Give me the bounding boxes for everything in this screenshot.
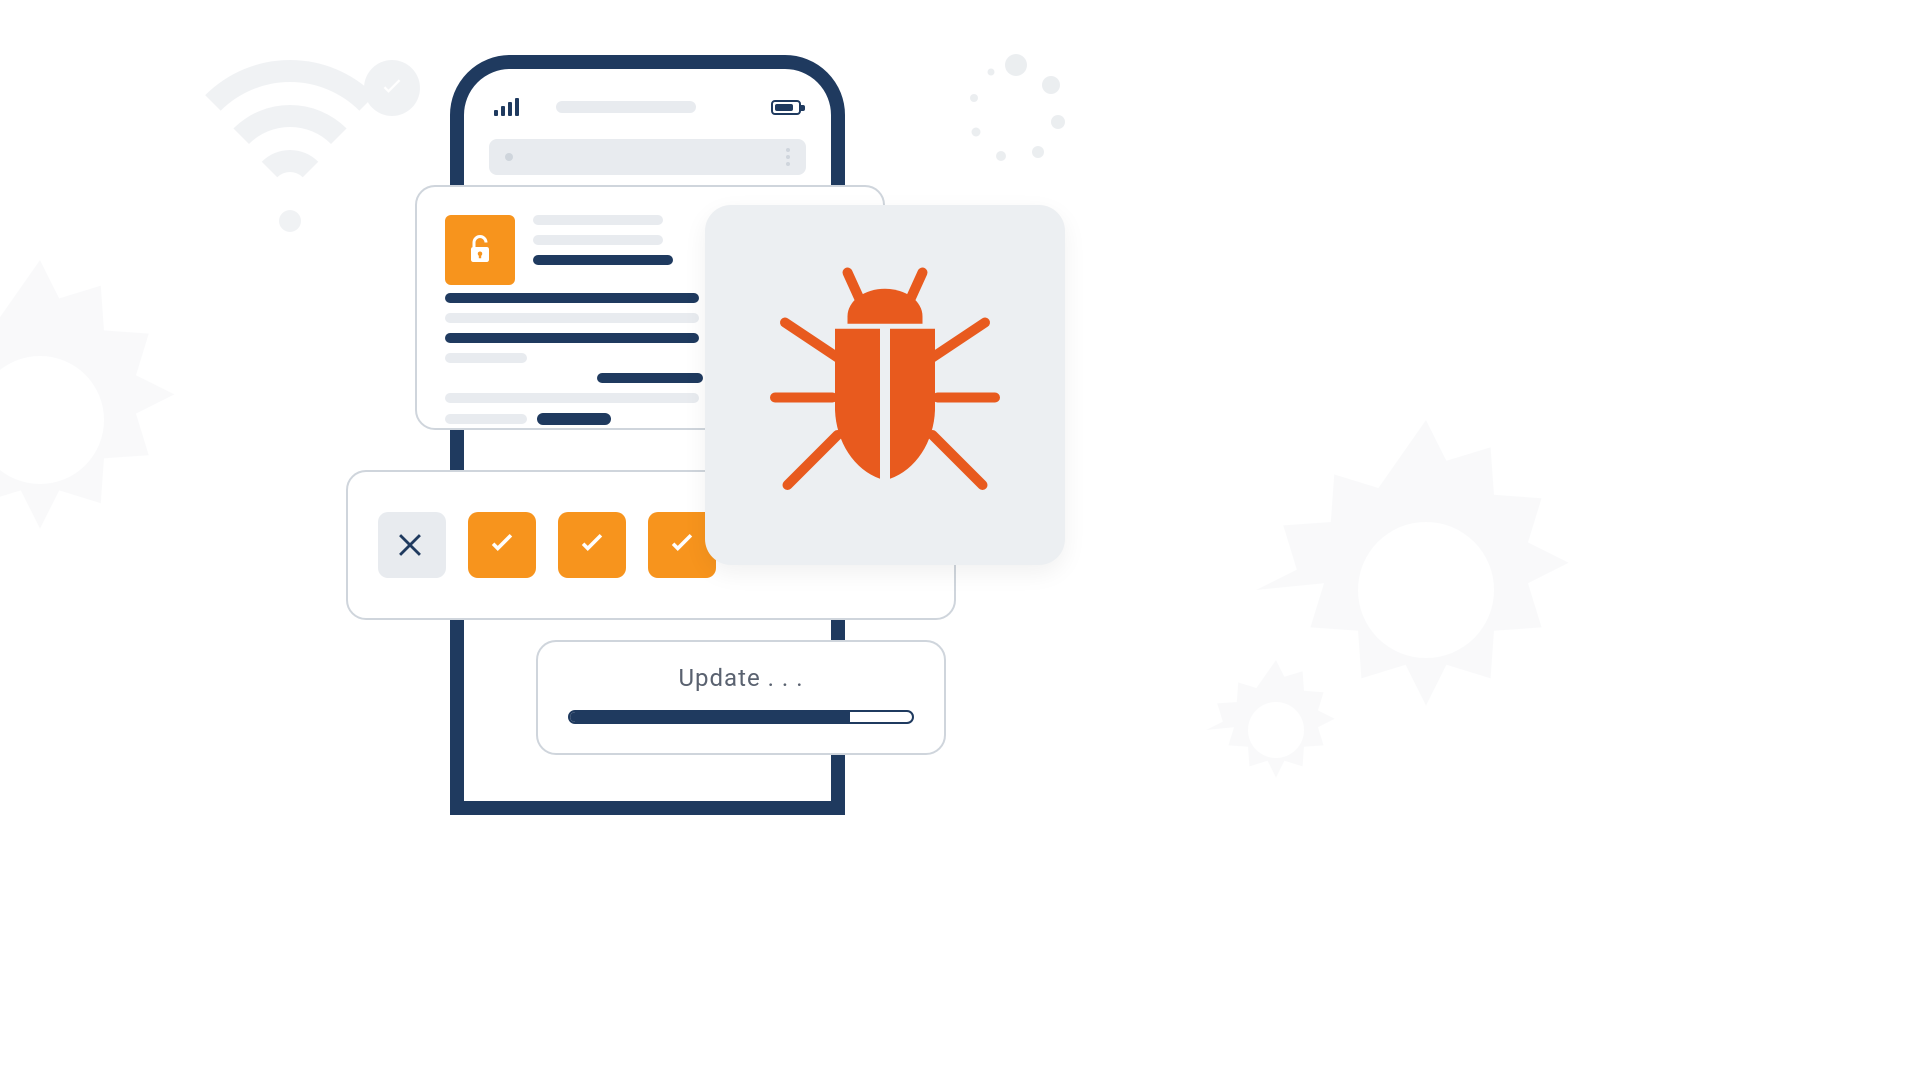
wifi-icon: [170, 60, 410, 260]
gear-icon: [0, 260, 200, 580]
loading-dots-icon: [956, 50, 1076, 170]
gear-icon: [1206, 660, 1346, 800]
check-icon: [558, 512, 626, 578]
update-label: Update . . .: [678, 664, 803, 692]
status-bar-pill: [556, 101, 696, 113]
close-icon: [378, 512, 446, 578]
signal-icon: [494, 98, 519, 116]
update-progress-bar: [568, 710, 914, 724]
battery-icon: [771, 100, 801, 115]
bug-card: [705, 205, 1065, 565]
bug-icon: [760, 260, 1010, 510]
lock-open-icon: [445, 215, 515, 285]
kebab-menu-icon: [786, 148, 790, 166]
wifi-check-badge-icon: [364, 60, 420, 116]
update-progress-fill: [570, 712, 850, 722]
update-card: Update . . .: [536, 640, 946, 755]
search-bar: [489, 139, 806, 175]
check-icon: [468, 512, 536, 578]
